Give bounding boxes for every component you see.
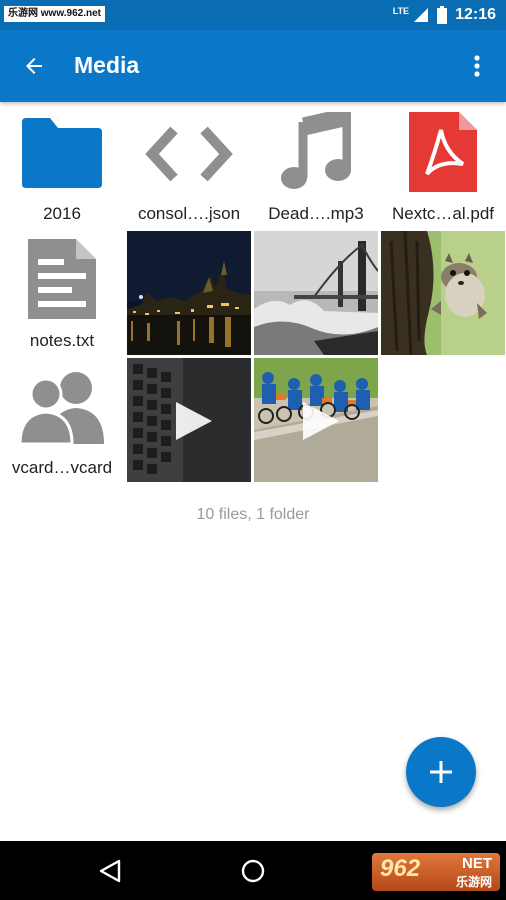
arrow-back-icon — [26, 58, 42, 74]
nav-back-icon — [99, 859, 121, 883]
bridge-image — [254, 231, 378, 355]
file-label: Dead….mp3 — [268, 204, 364, 223]
file-label: consol….json — [137, 204, 241, 223]
brand-main: 962 — [380, 855, 421, 882]
pdf-icon — [409, 112, 477, 192]
file-label: notes.txt — [29, 331, 95, 350]
watermark: 乐游网 www.962.net — [4, 6, 105, 22]
squirrel-image — [381, 231, 505, 355]
contacts-icon — [20, 372, 104, 444]
back-button[interactable] — [18, 50, 50, 82]
image-thumbnail[interactable] — [254, 231, 378, 355]
file-label: Nextc…al.pdf — [391, 204, 495, 223]
network-label: LTE — [392, 6, 410, 16]
add-icon — [430, 761, 452, 783]
nav-back-button[interactable] — [92, 853, 128, 889]
more-vert-icon — [474, 55, 480, 77]
play-icon — [303, 402, 339, 440]
navigation-bar: 962 NET 乐游网 — [0, 841, 506, 900]
page-title: Media — [74, 52, 140, 78]
text-document-icon — [28, 239, 96, 319]
nav-home-button[interactable] — [235, 853, 271, 889]
nav-home-icon — [241, 859, 265, 883]
video-thumbnail[interactable] — [127, 358, 251, 482]
file-label: 2016 — [43, 204, 81, 223]
brand-logo: 962 NET 乐游网 — [372, 853, 500, 891]
battery-icon — [437, 6, 448, 24]
add-button[interactable] — [406, 737, 476, 807]
folder-icon — [22, 118, 102, 188]
signal-icon — [414, 8, 429, 22]
code-icon — [145, 126, 233, 182]
music-note-icon — [281, 112, 351, 189]
file-item-vcard[interactable]: vcard…vcard — [0, 358, 124, 482]
brand-sub: 乐游网 — [455, 875, 492, 889]
file-label: vcard…vcard — [11, 458, 113, 477]
app-bar: Media — [0, 30, 506, 102]
overflow-menu-button[interactable] — [462, 50, 492, 82]
play-icon — [176, 402, 212, 440]
file-item-mp3[interactable]: Dead….mp3 — [254, 104, 378, 228]
clock: 12:16 — [455, 6, 496, 23]
night-city-image — [127, 231, 251, 355]
video-thumbnail[interactable] — [254, 358, 378, 482]
file-item-txt[interactable]: notes.txt — [0, 231, 124, 355]
status-bar: 乐游网 www.962.net LTE 12:16 — [0, 0, 506, 30]
file-item-folder[interactable]: 2016 — [0, 104, 124, 228]
file-item-json[interactable]: consol….json — [127, 104, 251, 228]
image-thumbnail[interactable] — [381, 231, 505, 355]
file-item-pdf[interactable]: Nextc…al.pdf — [381, 104, 505, 228]
screen: 乐游网 www.962.net LTE 12:16 Media 2016 con… — [0, 0, 506, 900]
status-icons: LTE 12:16 — [393, 0, 496, 30]
folder-summary: 10 files, 1 folder — [196, 506, 310, 523]
image-thumbnail[interactable] — [127, 231, 251, 355]
brand-suffix: NET — [462, 855, 492, 872]
